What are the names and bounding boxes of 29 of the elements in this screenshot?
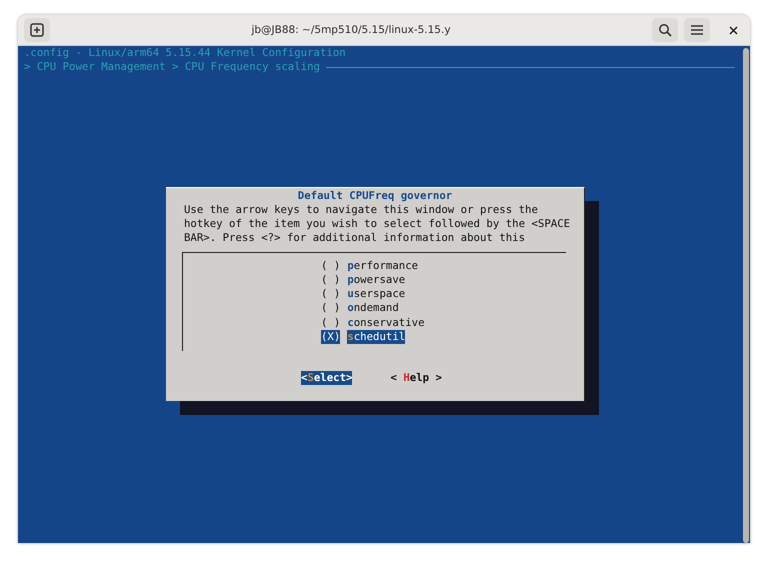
search-icon [658, 23, 672, 37]
help-text: hotkey of the item you wish to select followed by the <SPACE [184, 217, 572, 232]
new-tab-icon [30, 23, 44, 37]
option-item[interactable]: ondemand [347, 301, 399, 316]
scrollbar[interactable] [741, 46, 750, 543]
radio-marker[interactable]: ( ) [321, 287, 340, 302]
radio-marker[interactable]: ( ) [321, 316, 340, 330]
radio-marker[interactable]: ( ) [321, 272, 340, 288]
help-text: BAR>. Press <?> for additional information about this [184, 231, 526, 246]
config-header: .config - Linux/arm64 5.15.44 Kernel Configuration [24, 46, 346, 59]
option-item[interactable]: schedutil [347, 330, 406, 344]
menu-icon [690, 24, 704, 36]
radio-marker[interactable]: (X) [321, 330, 340, 344]
help-text: Use the arrow keys to navigate this window or press the [184, 202, 539, 218]
radio-marker[interactable]: ( ) [321, 301, 340, 316]
dialog-title: Default CPUFreq governor [296, 188, 454, 203]
new-tab-button[interactable] [24, 18, 50, 42]
option-item[interactable]: userspace [347, 287, 406, 302]
window-title: jb@JB88: ~/5mp510/5.15/linux-5.15.y [250, 24, 452, 36]
search-button[interactable] [652, 18, 678, 42]
option-item[interactable]: powersave [347, 272, 406, 288]
menu-button[interactable] [684, 18, 710, 42]
dialog-button[interactable]: <Select> [301, 370, 352, 386]
dialog-button[interactable]: < Help > [390, 370, 442, 386]
breadcrumb: > CPU Power Management > CPU Frequency scaling [24, 60, 320, 75]
radio-marker[interactable]: ( ) [321, 258, 340, 273]
option-item[interactable]: performance [347, 258, 418, 273]
option-item[interactable]: conservative [347, 316, 425, 330]
close-icon [728, 26, 738, 34]
